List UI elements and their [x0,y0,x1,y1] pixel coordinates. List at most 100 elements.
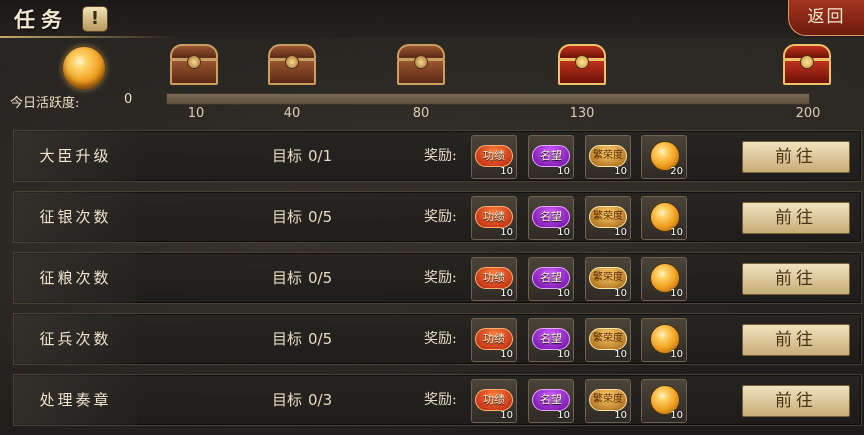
fame-icon: 名望 [532,328,570,350]
reward-label: 奖励: [424,331,457,347]
reward-prosperity-slot[interactable]: 繁荣度 10 [585,135,631,179]
task-goal-label: 目标 [272,208,303,226]
task-name: 征兵次数 [39,330,112,348]
fame-icon: 名望 [532,389,570,411]
task-goal-value: 0/5 [308,208,333,226]
chest-10-icon[interactable] [168,44,220,86]
merit-icon: 功绩 [475,145,513,167]
reward-count: 10 [500,166,513,177]
task-goal-value: 0/5 [308,330,333,348]
chest-80-icon[interactable] [395,44,447,86]
back-button[interactable]: 返回 [788,0,864,36]
reward-fame-slot[interactable]: 名望 10 [528,196,574,240]
go-button[interactable]: 前往 [742,385,850,417]
page-title: 任务 [14,7,68,32]
task-goal: 目标 0/5 [272,253,332,303]
activity-orb-icon [62,46,106,90]
merit-icon: 功绩 [475,267,513,289]
merit-icon: 功绩 [475,206,513,228]
reward-prosperity-slot[interactable]: 繁荣度 10 [585,196,631,240]
task-name: 大臣升级 [39,147,112,165]
task-name: 征粮次数 [39,269,112,287]
info-icon[interactable]: ! [82,6,108,32]
reward-prosperity-slot[interactable]: 繁荣度 10 [585,318,631,362]
reward-label: 奖励: [424,270,457,286]
reward-activity-slot[interactable]: 20 [641,135,687,179]
task-goal-value: 0/3 [308,391,333,409]
reward-prosperity-slot[interactable]: 繁荣度 10 [585,257,631,301]
go-button[interactable]: 前往 [742,202,850,234]
milestone-80-label: 80 [412,106,430,121]
header-bar: 任务 ! 返回 [0,0,864,38]
reward-activity-slot[interactable]: 10 [641,379,687,423]
reward-count: 10 [614,288,627,299]
fame-icon: 名望 [532,206,570,228]
reward-count: 10 [557,166,570,177]
milestone-10-label: 10 [187,106,205,121]
go-button[interactable]: 前往 [742,324,850,356]
reward-activity-slot[interactable]: 10 [641,196,687,240]
reward-count: 10 [500,288,513,299]
chest-130-icon[interactable] [556,44,608,86]
task-goal-label: 目标 [272,147,303,165]
task-goal-label: 目标 [272,330,303,348]
task-goal-label: 目标 [272,269,303,287]
milestone-40-label: 40 [283,106,301,121]
reward-activity-slot[interactable]: 10 [641,257,687,301]
reward-count: 10 [500,410,513,421]
reward-label: 奖励: [424,209,457,225]
task-goal-label: 目标 [272,391,303,409]
reward-count: 10 [500,349,513,360]
reward-merit-slot[interactable]: 功绩 10 [471,318,517,362]
reward-merit-slot[interactable]: 功绩 10 [471,135,517,179]
merit-icon: 功绩 [475,328,513,350]
reward-fame-slot[interactable]: 名望 10 [528,135,574,179]
reward-label: 奖励: [424,148,457,164]
reward-merit-slot[interactable]: 功绩 10 [471,257,517,301]
milestone-200-label: 200 [795,106,821,121]
task-goal: 目标 0/3 [272,375,332,425]
reward-count: 10 [557,288,570,299]
reward-fame-slot[interactable]: 名望 10 [528,379,574,423]
reward-count: 10 [670,227,683,238]
task-name: 征银次数 [39,208,112,226]
reward-count: 10 [614,227,627,238]
task-row: 征粮次数 目标 0/5 奖励: 功绩 10 名望 10 繁荣度 10 10 前往 [13,252,862,304]
prosperity-icon: 繁荣度 [589,206,627,228]
header-divider [0,36,180,38]
reward-fame-slot[interactable]: 名望 10 [528,318,574,362]
task-row: 大臣升级 目标 0/1 奖励: 功绩 10 名望 10 繁荣度 10 20 前往 [13,130,862,182]
task-goal: 目标 0/5 [272,192,332,242]
reward-prosperity-slot[interactable]: 繁荣度 10 [585,379,631,423]
reward-count: 10 [614,349,627,360]
reward-label: 奖励: [424,392,457,408]
reward-count: 10 [500,227,513,238]
reward-count: 10 [557,410,570,421]
reward-count: 10 [670,410,683,421]
fame-icon: 名望 [532,145,570,167]
task-goal: 目标 0/1 [272,131,332,181]
go-button[interactable]: 前往 [742,141,850,173]
reward-merit-slot[interactable]: 功绩 10 [471,379,517,423]
go-button[interactable]: 前往 [742,263,850,295]
reward-merit-slot[interactable]: 功绩 10 [471,196,517,240]
merit-icon: 功绩 [475,389,513,411]
fame-icon: 名望 [532,267,570,289]
prosperity-icon: 繁荣度 [589,145,627,167]
reward-count: 10 [670,288,683,299]
milestone-130-label: 130 [569,106,595,121]
task-row: 征银次数 目标 0/5 奖励: 功绩 10 名望 10 繁荣度 10 10 前往 [13,191,862,243]
activity-progress-bar [166,93,810,105]
task-goal-value: 0/1 [308,147,333,165]
reward-activity-slot[interactable]: 10 [641,318,687,362]
prosperity-icon: 繁荣度 [589,389,627,411]
reward-fame-slot[interactable]: 名望 10 [528,257,574,301]
reward-count: 10 [670,349,683,360]
prosperity-icon: 繁荣度 [589,267,627,289]
task-goal: 目标 0/5 [272,314,332,364]
chest-200-icon[interactable] [781,44,833,86]
task-row: 征兵次数 目标 0/5 奖励: 功绩 10 名望 10 繁荣度 10 10 前往 [13,313,862,365]
chest-40-icon[interactable] [266,44,318,86]
task-name: 处理奏章 [39,391,112,409]
activity-label: 今日活跃度: [10,96,80,111]
